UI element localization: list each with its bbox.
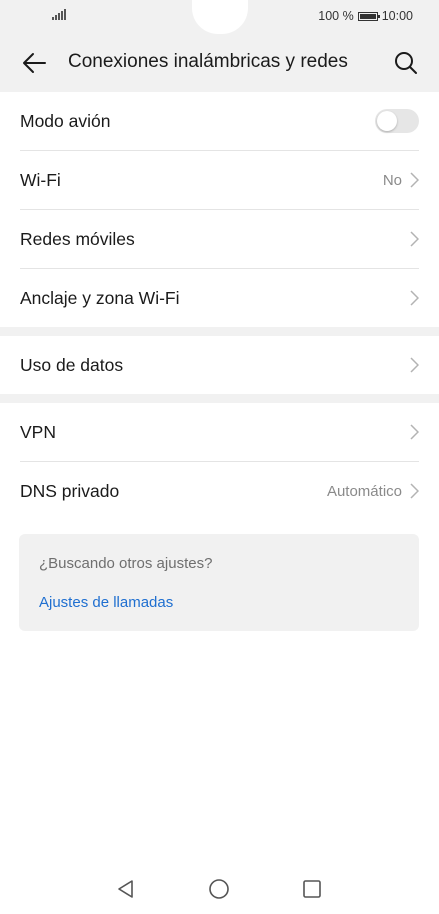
nav-recents-button[interactable] <box>297 874 327 904</box>
chevron-right-icon <box>410 483 419 499</box>
clock: 10:00 <box>381 9 413 23</box>
chevron-right-icon <box>410 290 419 306</box>
screen: 100 % 10:00 Conexiones inalámbricas y re… <box>0 0 439 914</box>
mobile-networks-label: Redes móviles <box>20 228 135 249</box>
square-recents-icon <box>303 880 321 898</box>
airplane-mode-toggle[interactable] <box>375 109 419 133</box>
page-title: Conexiones inalámbricas y redes <box>68 51 348 72</box>
status-right: 100 % 10:00 <box>318 9 413 23</box>
search-button[interactable] <box>389 46 423 80</box>
wifi-row[interactable]: Wi-Fi No <box>0 151 439 209</box>
arrow-left-icon <box>23 53 46 73</box>
private-dns-row[interactable]: DNS privado Automático <box>0 462 439 520</box>
section-gap <box>0 394 439 403</box>
nav-back-button[interactable] <box>111 874 141 904</box>
settings-list: Modo avión Wi-Fi No Redes móviles Anclaj… <box>0 92 439 520</box>
chevron-right-icon <box>410 172 419 188</box>
suggestion-title: ¿Buscando otros ajustes? <box>39 555 213 572</box>
wifi-label: Wi-Fi <box>20 169 61 190</box>
chevron-right-icon <box>410 357 419 373</box>
data-usage-label: Uso de datos <box>20 354 124 375</box>
airplane-mode-row[interactable]: Modo avión <box>0 92 439 150</box>
search-icon <box>395 52 417 74</box>
vpn-row[interactable]: VPN <box>0 403 439 461</box>
call-settings-link[interactable]: Ajustes de llamadas <box>39 594 173 611</box>
suggestion-card: ¿Buscando otros ajustes? Ajustes de llam… <box>19 534 419 631</box>
vpn-label: VPN <box>20 421 56 442</box>
app-header: Conexiones inalámbricas y redes <box>0 34 439 92</box>
battery-percent: 100 % <box>318 9 354 23</box>
battery-icon <box>357 11 380 21</box>
status-bar: 100 % 10:00 <box>0 0 439 34</box>
private-dns-value: Automático <box>326 482 402 500</box>
data-usage-row[interactable]: Uso de datos <box>0 336 439 394</box>
back-button[interactable] <box>14 47 54 79</box>
private-dns-label: DNS privado <box>20 480 120 501</box>
chevron-right-icon <box>410 424 419 440</box>
circle-home-icon <box>209 879 229 899</box>
navigation-bar <box>0 864 439 914</box>
mobile-networks-row[interactable]: Redes móviles <box>0 210 439 268</box>
section-gap <box>0 327 439 336</box>
wifi-status: No <box>382 171 402 189</box>
triangle-back-icon <box>118 880 133 898</box>
signal-icon <box>52 8 66 20</box>
airplane-mode-label: Modo avión <box>20 110 111 131</box>
chevron-right-icon <box>410 231 419 247</box>
tethering-row[interactable]: Anclaje y zona Wi-Fi <box>0 269 439 327</box>
camera-notch <box>192 0 248 34</box>
tethering-label: Anclaje y zona Wi-Fi <box>20 287 180 308</box>
nav-home-button[interactable] <box>204 874 234 904</box>
